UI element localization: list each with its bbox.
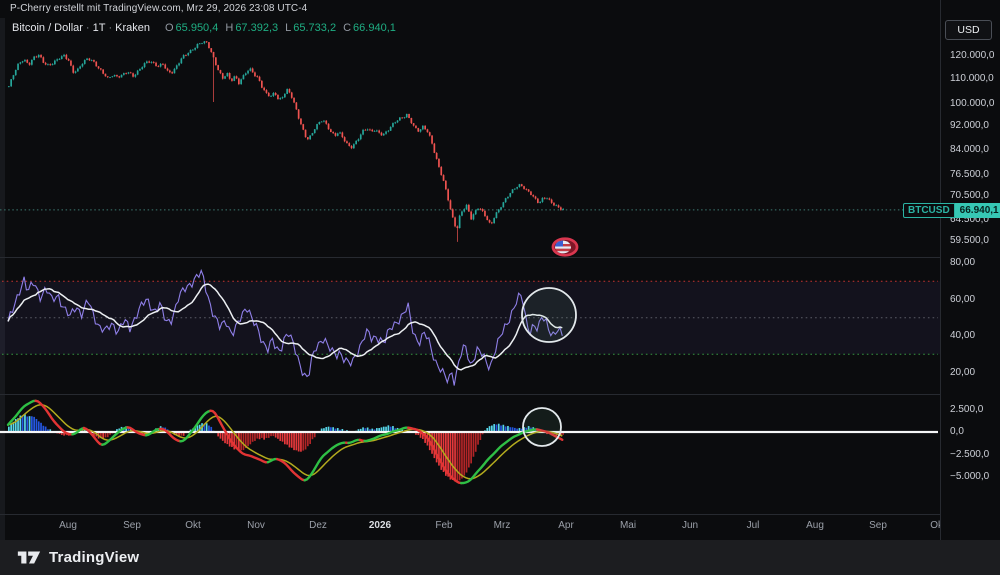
symbol-exchange[interactable]: Kraken [115, 22, 150, 34]
time-axis-label[interactable]: Mai [620, 520, 636, 531]
price-axis-label: 110.000,0 [950, 73, 994, 84]
rsi-axis-label: 60,00 [950, 294, 975, 305]
tradingview-brand-text[interactable]: TradingView [49, 549, 139, 566]
rsi-axis-label: 20,00 [950, 367, 975, 378]
attribution-bar: P-Cherry erstellt mit TradingView.com, M… [10, 3, 307, 14]
time-axis[interactable]: Aug Sep Okt Nov Dez 2026 Feb Mrz Apr Mai Jun Jul Aug… [0, 515, 940, 540]
time-axis-label[interactable]: Mrz [494, 520, 511, 531]
time-axis-label[interactable]: Apr [558, 520, 574, 531]
time-axis-label[interactable]: Sep [123, 520, 141, 531]
price-axis-label: 70.500,0 [950, 190, 989, 201]
macd-axis-label: 2.500,0 [950, 404, 983, 415]
open-label: O [165, 22, 174, 34]
attribution-text: P-Cherry erstellt mit TradingView.com, M… [10, 3, 307, 14]
legend-separator: · [86, 22, 90, 34]
macd-histogram [8, 414, 564, 481]
rsi-bands [0, 281, 940, 354]
symbol-title[interactable]: Bitcoin / Dollar [12, 22, 83, 34]
price-axis-label: 76.500,0 [950, 169, 989, 180]
currency-toggle-button[interactable]: USD [945, 20, 992, 40]
tradingview-logo-icon[interactable] [17, 548, 41, 567]
low-label: L [285, 22, 291, 34]
time-axis-label[interactable]: Feb [435, 520, 452, 531]
time-axis-label[interactable]: Okt [185, 520, 201, 531]
high-label: H [225, 22, 233, 34]
price-axis-label: 84.000,0 [950, 144, 989, 155]
flag-sticker[interactable] [552, 238, 579, 257]
time-axis-label[interactable]: Aug [806, 520, 824, 531]
time-axis-label[interactable]: Aug [59, 520, 77, 531]
rsi-axis-label: 80,00 [950, 257, 975, 268]
time-axis-label[interactable]: Nov [247, 520, 265, 531]
macd-axis-label: 0,0 [950, 426, 964, 437]
close-label: C [343, 22, 351, 34]
last-price-label[interactable]: BTCUSD 66.940,1 [903, 203, 1000, 218]
macd-axis-label: −5.000,0 [950, 471, 989, 482]
price-axis-label: 100.000,0 [950, 98, 995, 109]
price-axis-label: 120.000,0 [950, 50, 995, 61]
footer-bar: TradingView [0, 540, 1000, 575]
time-axis-label[interactable]: Dez [309, 520, 327, 531]
price-axis-label: 92.000,0 [950, 120, 989, 131]
rsi-axis-label: 40,00 [950, 330, 975, 341]
tradingview-chart-window: P-Cherry erstellt mit TradingView.com, M… [0, 0, 1000, 575]
candlestick-series [8, 41, 564, 242]
low-value: 65.733,2 [293, 22, 336, 34]
time-axis-label[interactable]: Jun [682, 520, 698, 531]
macd-axis-label: −2.500,0 [950, 449, 989, 460]
time-axis-label[interactable]: 2026 [369, 520, 391, 531]
open-value: 65.950,4 [176, 22, 219, 34]
time-axis-label[interactable]: Sep [869, 520, 887, 531]
last-price-symbol-tag[interactable]: BTCUSD [903, 203, 955, 218]
price-scale-column[interactable]: USD 120.000,0 110.000,0 100.000,0 92.000,0 8… [940, 0, 1000, 540]
last-price-value-tag: 66.940,1 [955, 203, 1000, 218]
rsi-circle-annotation[interactable] [522, 288, 576, 342]
symbol-legend[interactable]: Bitcoin / Dollar·1T·KrakenO65.950,4H67.3… [12, 22, 396, 34]
price-axis-label: 59.500,0 [950, 235, 989, 246]
ohlc-values: O65.950,4 H67.392,3 L65.733,2 C66.940,1 [158, 22, 396, 34]
legend-separator: · [108, 22, 112, 34]
macd-circle-annotation[interactable] [523, 408, 561, 446]
chart-canvas[interactable] [0, 0, 940, 540]
high-value: 67.392,3 [235, 22, 278, 34]
close-value: 66.940,1 [353, 22, 396, 34]
time-axis-label[interactable]: Jul [747, 520, 760, 531]
symbol-interval[interactable]: 1T [93, 22, 106, 34]
